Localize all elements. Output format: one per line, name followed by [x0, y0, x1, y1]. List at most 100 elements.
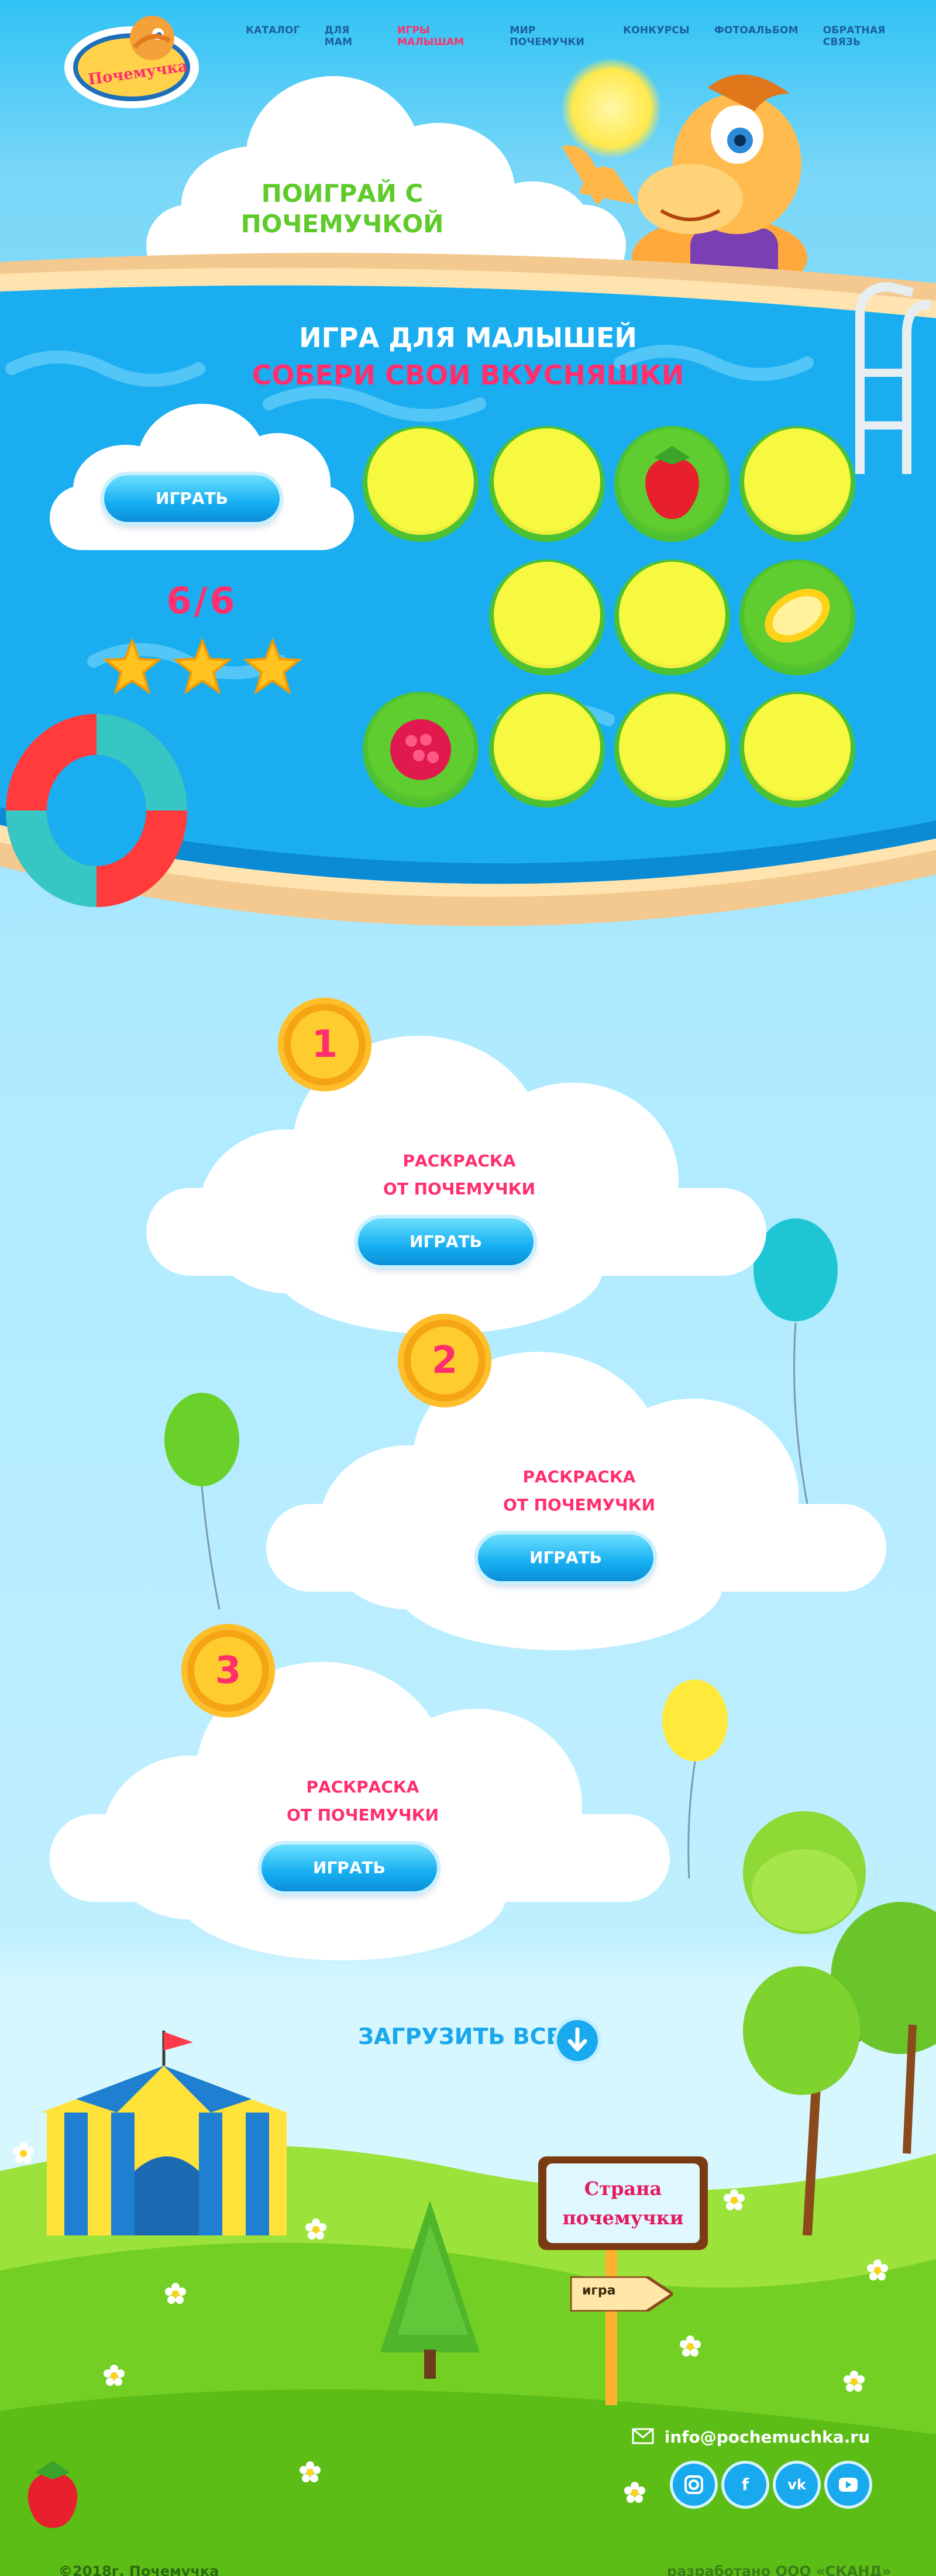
mail-icon — [632, 2428, 654, 2448]
card-title: Раскраска от почемучки — [456, 1463, 702, 1519]
memory-tile-face — [744, 562, 851, 668]
facebook-icon[interactable]: f — [724, 2464, 766, 2506]
game-title: Игра для малышей Собери свои вкусняшки — [0, 319, 936, 394]
game-play-button[interactable]: Играть — [104, 475, 280, 522]
daisy-icon — [305, 2218, 326, 2240]
nav-contests[interactable]: Конкурсы — [623, 25, 690, 48]
load-all-label[interactable]: Загрузить все — [358, 2024, 562, 2049]
load-all-button[interactable] — [557, 2020, 598, 2061]
daisy-icon — [680, 2335, 701, 2357]
memory-tile-face — [619, 694, 725, 801]
daisy-icon — [844, 2371, 865, 2392]
hero-title-line1: Поиграй с — [261, 179, 424, 208]
balloon-green — [164, 1393, 239, 1610]
footer-email[interactable]: info@pochemuchka.ru — [632, 2427, 870, 2448]
arrow-down-icon — [567, 2027, 587, 2052]
country-sign-face: Страна почемучки — [546, 2163, 700, 2243]
youtube-icon[interactable] — [827, 2464, 869, 2506]
memory-tile-face — [744, 428, 851, 535]
page: Почемучка Каталог Для мам Игры малышам М… — [0, 0, 936, 2576]
star-rating — [103, 638, 314, 702]
memory-tile-closed[interactable] — [489, 559, 605, 675]
card-play-button[interactable]: Играть — [261, 1845, 437, 1891]
circus-tent — [41, 2031, 287, 2235]
daisy-icon — [104, 2365, 125, 2386]
strawberry-icon — [645, 446, 699, 519]
sign-line1: Страна — [584, 2177, 662, 2200]
nav-photo-album[interactable]: Фотоальбом — [714, 25, 799, 48]
daisy-icon — [867, 2259, 888, 2280]
memory-tile-face — [367, 694, 474, 801]
nav-for-moms[interactable]: Для мам — [325, 25, 373, 48]
star-icon — [173, 638, 232, 695]
country-sign[interactable]: Страна почемучки — [538, 2156, 708, 2250]
card-title: Раскраска от почемучки — [336, 1147, 582, 1203]
daisy-icon — [13, 2142, 34, 2163]
hero-title: Поиграй с почемучкой — [222, 178, 462, 239]
card-number-badge: 2 — [398, 1314, 491, 1407]
strawberry-decoration — [27, 2461, 78, 2528]
trees-right — [743, 1811, 936, 2235]
memory-tile-raspberry[interactable] — [363, 692, 479, 808]
memory-tile-closed[interactable] — [614, 692, 730, 808]
sign-line2: почемучки — [562, 2207, 684, 2229]
memory-tile-closed[interactable] — [739, 692, 855, 808]
card-title-line1: Раскраска — [306, 1777, 419, 1797]
memory-tile-closed[interactable] — [363, 426, 479, 542]
memory-tile-face — [744, 694, 851, 801]
copyright: ©2018г. Почемучка — [58, 2563, 219, 2576]
vk-icon[interactable]: vk — [776, 2464, 818, 2506]
card-title-line2: от почемучки — [383, 1179, 536, 1198]
raspberry-icon — [390, 719, 451, 780]
nav-feedback[interactable]: Обратная связь — [823, 25, 911, 48]
lifebuoy — [6, 714, 187, 907]
card-title-line2: от почемучки — [286, 1805, 439, 1825]
card-number-badge: 3 — [181, 1624, 275, 1718]
daisy-icon — [624, 2482, 645, 2503]
memory-tile-face — [494, 694, 600, 801]
nav-world[interactable]: Мир почемучки — [510, 25, 598, 48]
memory-tile-lemon[interactable] — [739, 559, 855, 675]
card-play-button[interactable]: Играть — [478, 1534, 653, 1581]
main-nav: Каталог Для мам Игры малышам Мир почемуч… — [246, 25, 936, 48]
pine-tree — [380, 2200, 480, 2379]
memory-tile-closed[interactable] — [614, 559, 730, 675]
card-number-badge: 1 — [278, 998, 371, 1091]
card-number: 2 — [411, 1327, 479, 1395]
star-icon — [243, 638, 302, 695]
arrow-sign-label: игра — [582, 2283, 616, 2298]
star-icon — [103, 638, 161, 695]
card-number: 1 — [291, 1011, 359, 1079]
daisy-icon — [300, 2461, 321, 2482]
balloon-yellow — [662, 1679, 728, 1879]
daisy-icon — [724, 2189, 745, 2210]
developer-credit: разработано ООО «СКАНД» — [667, 2563, 892, 2576]
game-score: 6/6 — [166, 579, 238, 622]
memory-tile-closed[interactable] — [489, 426, 605, 542]
memory-tile-face — [494, 562, 600, 668]
game-arrow-sign[interactable]: игра — [569, 2275, 676, 2313]
game-title-line2: Собери свои вкусняшки — [252, 359, 684, 391]
card-title-line2: от почемучки — [503, 1495, 656, 1514]
memory-tile-face — [619, 428, 725, 535]
nav-catalog[interactable]: Каталог — [246, 25, 300, 48]
signpost-pole — [605, 2247, 617, 2405]
card-play-button[interactable]: Играть — [358, 1218, 534, 1265]
game-title-line1: Игра для малышей — [299, 322, 637, 353]
instagram-icon[interactable] — [673, 2464, 715, 2506]
memory-tile-face — [494, 428, 600, 535]
memory-tile-face — [619, 562, 725, 668]
card-title-line1: Раскраска — [522, 1467, 636, 1486]
memory-tile-closed[interactable] — [739, 426, 855, 542]
memory-tile-face — [367, 428, 474, 535]
hero-title-line2: почемучкой — [240, 209, 444, 238]
memory-tile-strawberry[interactable] — [614, 426, 730, 542]
lemon-icon — [765, 589, 830, 643]
daisy-icon — [165, 2283, 186, 2304]
card-title-line1: Раскраска — [402, 1151, 516, 1170]
footer-email-text: info@pochemuchka.ru — [664, 2427, 870, 2447]
memory-tile-closed[interactable] — [489, 692, 605, 808]
card-number: 3 — [194, 1637, 262, 1705]
nav-kids-games[interactable]: Игры малышам — [397, 25, 485, 48]
card-title: Раскраска от почемучки — [240, 1773, 486, 1829]
